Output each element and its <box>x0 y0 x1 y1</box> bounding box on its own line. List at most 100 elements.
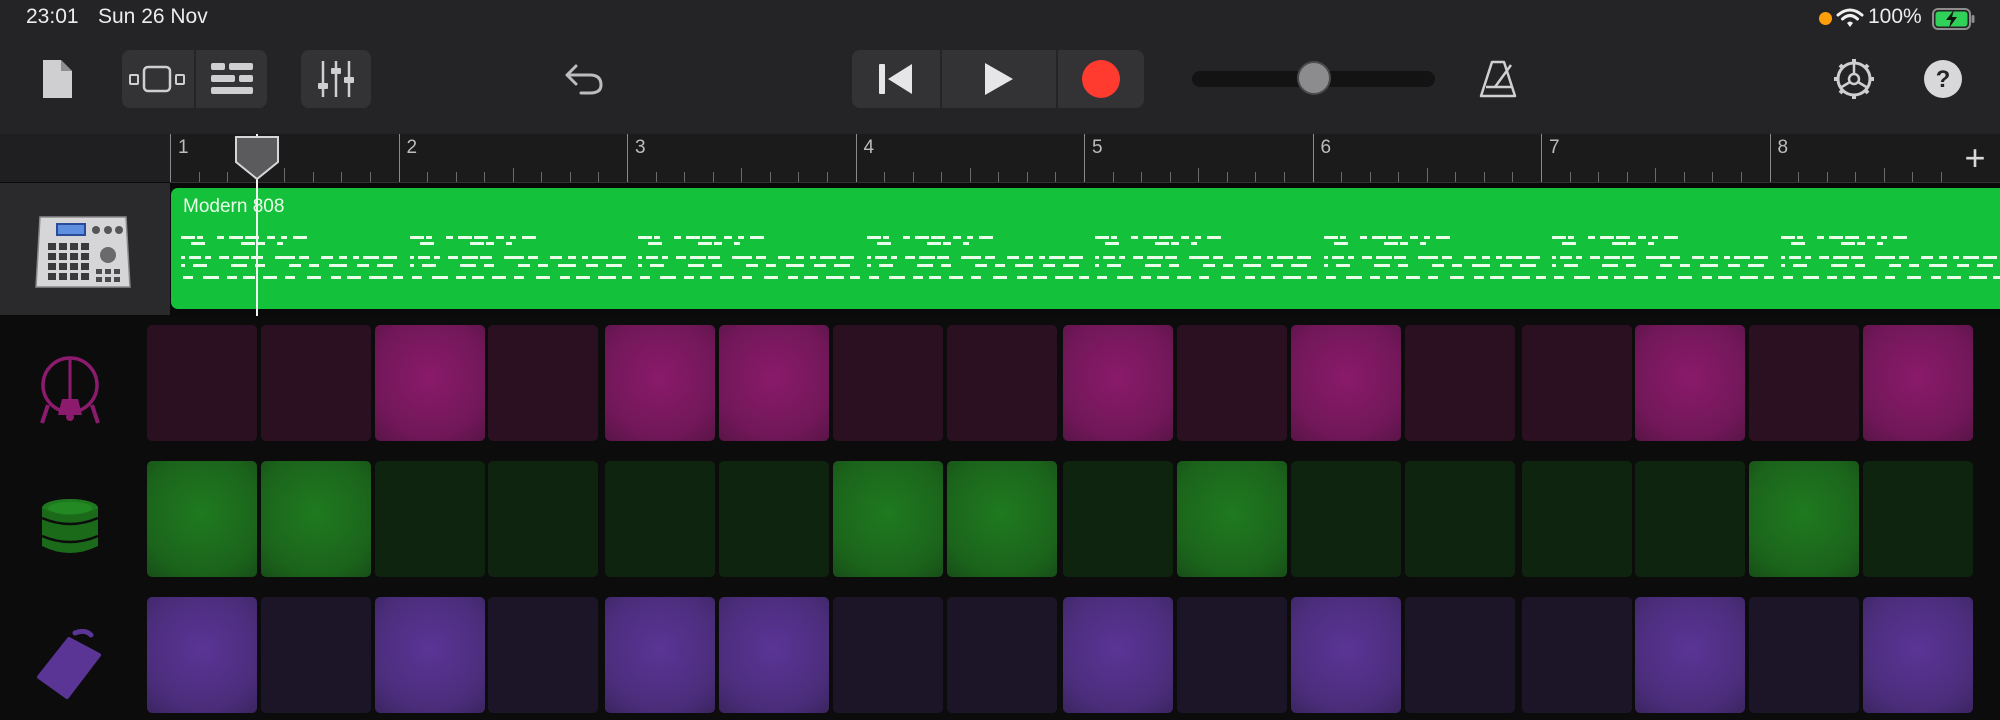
play-button[interactable] <box>942 50 1056 108</box>
instrument-view-button[interactable] <box>122 50 194 108</box>
bar-line <box>170 134 171 182</box>
step-pad[interactable] <box>1063 461 1174 577</box>
region-note <box>1874 256 1895 259</box>
region-note <box>796 256 804 259</box>
toolbar: ? <box>0 36 2000 134</box>
region-note <box>966 236 973 239</box>
step-pad[interactable] <box>1063 597 1174 713</box>
step-pad[interactable] <box>832 325 943 441</box>
step-pad[interactable] <box>832 461 943 577</box>
region-note <box>1267 256 1273 259</box>
region-note <box>1078 276 1089 279</box>
step-pad[interactable] <box>1863 461 1973 577</box>
step-pad[interactable] <box>946 325 1057 441</box>
bar-line <box>398 134 400 182</box>
volume-knob[interactable] <box>1297 61 1331 95</box>
step-pad[interactable] <box>488 597 599 713</box>
step-pad[interactable] <box>1177 461 1288 577</box>
region-note <box>876 242 891 245</box>
ruler-tick <box>341 172 343 182</box>
region-note <box>738 236 744 239</box>
step-pad[interactable] <box>147 461 257 577</box>
step-pad[interactable] <box>1749 597 1860 713</box>
playhead-handle[interactable] <box>233 136 281 180</box>
track-region[interactable]: Modern 808 <box>171 188 2000 309</box>
step-pad[interactable] <box>374 461 485 577</box>
step-pad[interactable] <box>488 461 599 577</box>
region-note <box>916 264 933 267</box>
step-pad[interactable] <box>260 325 371 441</box>
record-button[interactable] <box>1058 50 1144 108</box>
step-pad[interactable] <box>1404 461 1515 577</box>
region-note <box>1431 264 1444 267</box>
step-pad[interactable] <box>488 325 599 441</box>
go-to-start-button[interactable] <box>852 50 940 108</box>
track-header[interactable] <box>0 183 170 315</box>
step-pad[interactable] <box>605 461 716 577</box>
timeline-ruler[interactable]: 1 2 3 4 5 6 7 8 <box>170 134 1950 183</box>
step-pad[interactable] <box>1291 597 1401 713</box>
cowbell-row-icon[interactable] <box>20 610 120 720</box>
step-pad[interactable] <box>1404 325 1515 441</box>
step-pad[interactable] <box>1177 597 1288 713</box>
step-pad[interactable] <box>1521 597 1632 713</box>
step-pad[interactable] <box>1749 461 1860 577</box>
region-note <box>712 264 722 267</box>
step-pad[interactable] <box>719 461 829 577</box>
step-pad[interactable] <box>1635 461 1746 577</box>
step-pad[interactable] <box>946 597 1057 713</box>
region-note <box>814 264 826 267</box>
metronome-button[interactable] <box>1472 52 1524 106</box>
step-pad[interactable] <box>1521 325 1632 441</box>
step-pad[interactable] <box>1635 325 1746 441</box>
step-pad[interactable] <box>1863 325 1973 441</box>
undo-button[interactable] <box>556 54 612 104</box>
step-pad[interactable] <box>719 597 829 713</box>
mixer-button[interactable] <box>301 50 371 108</box>
region-note <box>1297 256 1311 259</box>
step-pad[interactable] <box>147 597 257 713</box>
help-button[interactable]: ? <box>1918 54 1968 104</box>
settings-button[interactable] <box>1828 52 1880 106</box>
step-pad[interactable] <box>946 461 1057 577</box>
step-pad[interactable] <box>260 597 371 713</box>
tracks-view-button[interactable] <box>196 50 267 108</box>
step-pad[interactable] <box>1291 325 1401 441</box>
region-note <box>1489 276 1504 279</box>
step-pad[interactable] <box>1749 325 1860 441</box>
playhead[interactable] <box>235 134 279 316</box>
region-note <box>1908 264 1919 267</box>
step-pad[interactable] <box>605 325 716 441</box>
step-pad[interactable] <box>1177 325 1288 441</box>
step-pad[interactable] <box>260 461 371 577</box>
region-note <box>962 242 969 245</box>
master-volume-slider[interactable] <box>1192 61 1435 95</box>
step-pad[interactable] <box>1063 325 1174 441</box>
step-pad[interactable] <box>719 325 829 441</box>
region-note <box>1622 256 1634 259</box>
add-section-button[interactable]: + <box>1950 134 2000 183</box>
region-note <box>638 256 642 259</box>
kick-drum-row-icon[interactable] <box>20 336 120 446</box>
step-pad[interactable] <box>605 597 716 713</box>
region-note <box>1588 236 1595 239</box>
ruler-corner <box>0 134 170 182</box>
step-pad[interactable] <box>832 597 943 713</box>
my-songs-button[interactable] <box>30 54 84 104</box>
step-pad[interactable] <box>1404 597 1515 713</box>
snare-drum-row-icon[interactable] <box>20 473 120 583</box>
region-note <box>1359 236 1367 239</box>
region-note <box>321 256 333 259</box>
region-note <box>461 256 478 259</box>
step-pad[interactable] <box>147 325 257 441</box>
step-pad[interactable] <box>1863 597 1973 713</box>
step-pad[interactable] <box>1635 597 1746 713</box>
step-pad[interactable] <box>1521 461 1632 577</box>
step-pad[interactable] <box>374 325 485 441</box>
step-pad[interactable] <box>1291 461 1401 577</box>
status-date: Sun 26 Nov <box>98 5 208 28</box>
region-note <box>1191 242 1197 245</box>
region-note <box>1888 264 1901 267</box>
step-pad[interactable] <box>374 597 485 713</box>
region-note <box>810 256 816 259</box>
